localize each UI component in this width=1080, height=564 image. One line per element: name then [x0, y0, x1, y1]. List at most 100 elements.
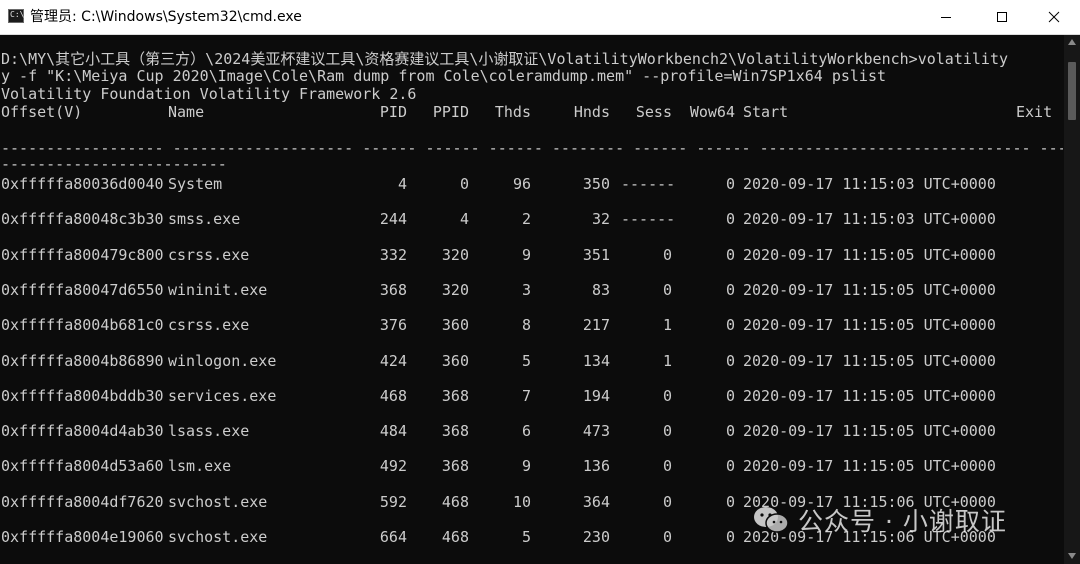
cell-sess: 0 — [662, 247, 672, 264]
scrollbar-thumb[interactable] — [1068, 62, 1076, 120]
cell-start: 2020-09-17 11:15:05 UTC+0000 — [743, 388, 996, 405]
cell-thds: 3 — [521, 282, 531, 299]
cell-name: smss.exe — [168, 211, 241, 228]
window-title: 管理员: C:\Windows\System32\cmd.exe — [30, 9, 302, 25]
cell-hnds: 473 — [582, 423, 610, 440]
close-icon — [1048, 11, 1060, 23]
cell-wow64: 0 — [725, 317, 735, 334]
table-row: 0xfffffa8004bddb30 services.exe 468 368 7 194… — [1, 388, 1063, 405]
command-line: D:\MY\其它小工具（第三方）\2024美亚杯建议工具\资格赛建议工具\小谢取… — [1, 51, 1009, 68]
cell-offset: 0xfffffa8004bddb30 — [1, 388, 164, 405]
cell-ppid: 468 — [441, 494, 469, 511]
cell-sess: 0 — [662, 494, 672, 511]
cell-offset: 0xfffffa8004b681c0 — [1, 317, 164, 334]
cell-name: System — [168, 176, 223, 193]
cell-pid: 484 — [379, 423, 407, 440]
cell-wow64: 0 — [725, 388, 735, 405]
header-sess: Sess — [635, 104, 672, 121]
cmd-icon[interactable]: C:\ — [8, 9, 24, 23]
cell-pid: 376 — [379, 317, 407, 334]
cell-sess: 1 — [662, 317, 672, 334]
cell-thds: 7 — [521, 388, 531, 405]
header-start: Start — [743, 104, 789, 121]
cell-thds: 6 — [521, 423, 531, 440]
cell-offset: 0xfffffa8004d53a60 — [1, 458, 164, 475]
wechat-icon — [754, 507, 789, 533]
cell-wow64: 0 — [725, 423, 735, 440]
cell-name: svchost.exe — [168, 494, 268, 511]
cell-name: winlogon.exe — [168, 353, 277, 370]
cell-hnds: 350 — [582, 176, 610, 193]
cell-hnds: 134 — [582, 353, 610, 370]
cell-start: 2020-09-17 11:15:03 UTC+0000 — [743, 211, 996, 228]
header-ppid: PPID — [432, 104, 469, 121]
cell-offset: 0xfffffa8004b86890 — [1, 353, 164, 370]
cell-sess: 0 — [662, 529, 672, 546]
cell-thds: 9 — [521, 458, 531, 475]
cell-name: lsm.exe — [168, 458, 232, 475]
cell-sess: 1 — [662, 353, 672, 370]
table-row: 0xfffffa8004d53a60 lsm.exe 492 368 9 136 0 0 202… — [1, 458, 1063, 475]
cell-thds: 2 — [521, 211, 531, 228]
cell-wow64: 0 — [725, 529, 735, 546]
cell-pid: 4 — [397, 176, 407, 193]
minimize-icon — [941, 17, 951, 18]
header-exit: Exit — [1016, 104, 1053, 121]
cell-sess: 0 — [662, 458, 672, 475]
cell-sess: 0 — [662, 282, 672, 299]
scroll-up-arrow-icon[interactable] — [1068, 39, 1076, 45]
console-output[interactable]: D:\MY\其它小工具（第三方）\2024美亚杯建议工具\资格赛建议工具\小谢取… — [0, 35, 1064, 564]
table-row: 0xfffffa8004d4ab30 lsass.exe 484 368 6 473 0 0 2… — [1, 423, 1063, 440]
cell-offset: 0xfffffa80048c3b30 — [1, 211, 164, 228]
cell-thds: 10 — [512, 494, 531, 511]
table-row: 0xfffffa8004b681c0 csrss.exe 376 360 8 217 1 0 2… — [1, 317, 1063, 334]
cell-ppid: 360 — [441, 317, 469, 334]
cell-hnds: 32 — [591, 211, 610, 228]
cell-sess: ------ — [621, 176, 676, 193]
table-row: 0xfffffa80047d6550 wininit.exe 368 320 3 83 0 0… — [1, 282, 1063, 299]
cell-hnds: 351 — [582, 247, 610, 264]
cell-thds: 8 — [521, 317, 531, 334]
cell-name: lsass.exe — [168, 423, 250, 440]
cell-wow64: 0 — [725, 458, 735, 475]
scroll-down-arrow-icon[interactable] — [1068, 553, 1076, 559]
cell-pid: 592 — [379, 494, 407, 511]
cell-start: 2020-09-17 11:15:05 UTC+0000 — [743, 353, 996, 370]
cell-start: 2020-09-17 11:15:05 UTC+0000 — [743, 423, 996, 440]
cell-ppid: 368 — [441, 458, 469, 475]
cell-pid: 468 — [379, 388, 407, 405]
minimize-button[interactable] — [920, 0, 972, 34]
cell-hnds: 136 — [582, 458, 610, 475]
cell-thds: 5 — [521, 529, 531, 546]
cell-ppid: 368 — [441, 423, 469, 440]
cell-start: 2020-09-17 11:15:03 UTC+0000 — [743, 176, 996, 193]
cell-name: csrss.exe — [168, 247, 250, 264]
maximize-button[interactable] — [976, 0, 1028, 34]
table-row: 0xfffffa80048c3b30 smss.exe 244 4 2 32 ------ 0… — [1, 211, 1063, 228]
cell-sess: ------ — [621, 211, 676, 228]
header-hnds: Hnds — [573, 104, 610, 121]
cell-wow64: 0 — [725, 176, 735, 193]
cell-ppid: 4 — [459, 211, 469, 228]
cell-thds: 96 — [512, 176, 531, 193]
table-header: Offset(V) Name PID PPID Thds Hnds Sess W… — [1, 104, 1063, 121]
header-thds: Thds — [494, 104, 531, 121]
header-wow64: Wow64 — [689, 104, 735, 121]
watermark-text: 公众号 · 小谢取证 — [798, 507, 1007, 536]
header-pid: PID — [379, 104, 407, 121]
cell-offset: 0xfffffa80047d6550 — [1, 282, 164, 299]
cell-thds: 9 — [521, 247, 531, 264]
vertical-scrollbar[interactable] — [1064, 35, 1080, 564]
cell-ppid: 360 — [441, 353, 469, 370]
cell-offset: 0xfffffa8004d4ab30 — [1, 423, 164, 440]
cell-ppid: 320 — [441, 282, 469, 299]
title-bar[interactable]: C:\ 管理员: C:\Windows\System32\cmd.exe — [0, 0, 1080, 35]
cell-offset: 0xfffffa80036d0040 — [1, 176, 164, 193]
cell-ppid: 368 — [441, 388, 469, 405]
header-offset: Offset(V) — [1, 104, 83, 121]
close-button[interactable] — [1028, 0, 1080, 34]
table-row: 0xfffffa80036d0040 System 4 0 96 350 ------ 0 20… — [1, 176, 1063, 193]
cell-name: csrss.exe — [168, 317, 250, 334]
cell-wow64: 0 — [725, 282, 735, 299]
cell-ppid: 468 — [441, 529, 469, 546]
